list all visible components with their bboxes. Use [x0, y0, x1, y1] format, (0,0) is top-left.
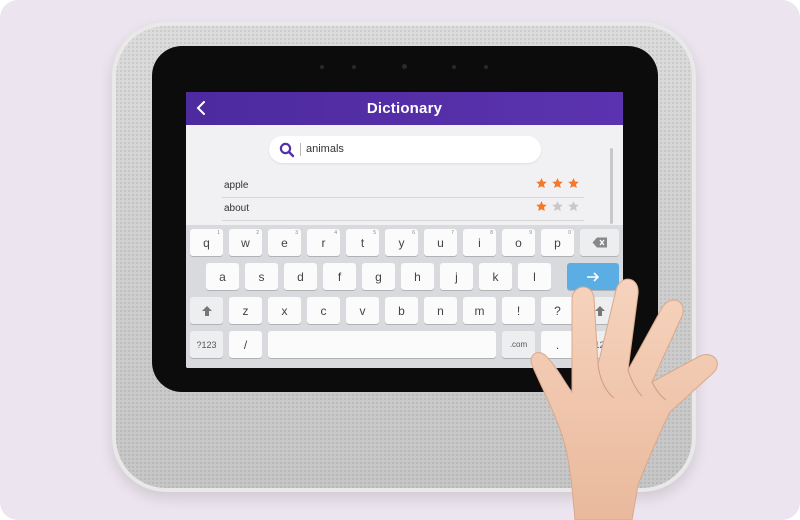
key-j[interactable]: j	[440, 263, 473, 290]
key-g[interactable]: g	[362, 263, 395, 290]
symbols-key[interactable]: ?123	[190, 331, 223, 358]
search-input[interactable]	[306, 143, 506, 155]
key-k[interactable]: k	[479, 263, 512, 290]
word-rating	[535, 177, 580, 190]
key-c[interactable]: c	[307, 297, 340, 324]
space-key[interactable]	[268, 331, 496, 358]
key-slash[interactable]: /	[229, 331, 262, 358]
word-label: apple	[224, 180, 249, 191]
key-a[interactable]: a	[206, 263, 239, 290]
app-header: Dictionary	[186, 92, 623, 125]
key-h[interactable]: h	[401, 263, 434, 290]
search-bar[interactable]	[269, 136, 541, 163]
key-b[interactable]: b	[385, 297, 418, 324]
key-n[interactable]: n	[424, 297, 457, 324]
key-w[interactable]: w2	[229, 229, 262, 256]
star-filled-icon	[536, 178, 547, 189]
key-u[interactable]: u7	[424, 229, 457, 256]
key-p[interactable]: p0	[541, 229, 574, 256]
page-title: Dictionary	[366, 100, 443, 117]
key-q[interactable]: q1	[190, 229, 223, 256]
key-z[interactable]: z	[229, 297, 262, 324]
shift-key-left[interactable]	[190, 297, 223, 324]
backspace-icon	[592, 237, 607, 248]
key-s[interactable]: s	[245, 263, 278, 290]
key-t[interactable]: t5	[346, 229, 379, 256]
sensor-dot	[452, 65, 456, 69]
key-v[interactable]: v	[346, 297, 379, 324]
hand-image	[530, 278, 718, 520]
word-label: about	[224, 203, 250, 214]
search-divider	[300, 143, 301, 156]
sensor-dot	[484, 65, 488, 69]
word-row-about[interactable]: about	[222, 198, 584, 221]
star-empty-icon	[568, 201, 579, 212]
key-f[interactable]: f	[323, 263, 356, 290]
key-m[interactable]: m	[463, 297, 496, 324]
shift-icon	[201, 305, 212, 316]
key-e[interactable]: e3	[268, 229, 301, 256]
key-y[interactable]: y6	[385, 229, 418, 256]
scrollbar[interactable]	[610, 148, 613, 224]
key-o[interactable]: o9	[502, 229, 535, 256]
word-rating	[535, 200, 580, 213]
key-x[interactable]: x	[268, 297, 301, 324]
key-r[interactable]: r4	[307, 229, 340, 256]
word-row-apple[interactable]: apple	[222, 175, 584, 198]
star-empty-icon	[552, 201, 563, 212]
sensor-dot	[320, 65, 324, 69]
key-d[interactable]: d	[284, 263, 317, 290]
camera-icon	[402, 64, 407, 69]
star-filled-icon	[568, 178, 579, 189]
star-filled-icon	[552, 178, 563, 189]
backspace-key[interactable]	[580, 229, 619, 256]
star-filled-icon	[536, 201, 547, 212]
key-i[interactable]: i8	[463, 229, 496, 256]
search-icon	[279, 142, 295, 158]
sensor-dot	[352, 65, 356, 69]
